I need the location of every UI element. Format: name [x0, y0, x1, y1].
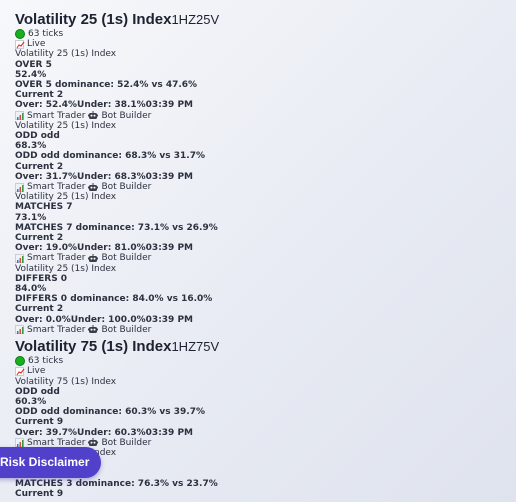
live-status: Live: [15, 39, 516, 49]
robot-face-icon: [88, 111, 99, 120]
card-signal-label: MATCHES 7: [15, 202, 73, 213]
card-stats: Over: 52.4%Under: 38.1%03:39 PM: [15, 100, 194, 111]
card-dominance: DIFFERS 0 dominance: 84.0% vs 16.0%: [15, 294, 213, 305]
card-market: Volatility 75 (1s) Index: [15, 376, 117, 387]
bar-chart-icon: [15, 438, 24, 448]
tick-count: 63 ticks: [15, 29, 516, 40]
card-stats: Over: 19.0%Under: 81.0%03:39 PM: [15, 243, 194, 254]
smart-trader-link[interactable]: Smart Trader: [27, 325, 85, 335]
card-percent: 52.4%: [15, 69, 47, 80]
card-actions: Smart Trader Bot Builder: [15, 325, 516, 335]
market-code: 1HZ75V: [171, 339, 220, 355]
robot-face-icon: [88, 254, 99, 263]
card-market: Volatility 25 (1s) Index: [15, 120, 117, 131]
market-title: Volatility 75 (1s) Index1HZ75V: [15, 337, 516, 356]
card-dominance: MATCHES 7 dominance: 73.1% vs 26.9%: [15, 222, 218, 233]
chart-increasing-icon: [15, 39, 25, 49]
card-stats: Over: 39.7%Under: 60.3%03:39 PM: [15, 427, 194, 438]
bar-chart-icon: [15, 182, 24, 192]
card-market: Volatility 25 (1s) Index: [15, 49, 117, 60]
smart-trader-link[interactable]: Smart Trader: [27, 182, 85, 192]
card-current: Current 9: [15, 417, 64, 428]
green-dot-icon: [15, 356, 25, 367]
card-market: Volatility 25 (1s) Index: [15, 192, 117, 203]
market-section: Volatility 25 (1s) Index1HZ25V 63 ticks …: [15, 10, 516, 335]
tick-count-text: 63 ticks: [28, 356, 64, 367]
market-title-text: Volatility 25 (1s) Index: [15, 11, 172, 28]
bot-builder-link[interactable]: Bot Builder: [101, 111, 151, 121]
card-percent: 68.3%: [15, 141, 47, 152]
green-dot-icon: [15, 29, 25, 40]
bot-builder-link[interactable]: Bot Builder: [101, 253, 151, 263]
card-signal-label: ODD odd: [15, 386, 60, 397]
bot-builder-link[interactable]: Bot Builder: [101, 325, 151, 335]
bot-builder-link[interactable]: Bot Builder: [101, 182, 151, 192]
smart-trader-link[interactable]: Smart Trader: [27, 253, 85, 263]
chart-increasing-icon: [15, 366, 25, 376]
signal-card: Volatility 75 (1s) Index ODD odd 60.3% O…: [15, 377, 516, 448]
card-current: Current 2: [15, 90, 64, 101]
card-dominance: ODD odd dominance: 68.3% vs 31.7%: [15, 151, 206, 162]
robot-face-icon: [88, 325, 99, 334]
card-actions: Smart Trader Bot Builder: [15, 438, 516, 448]
card-stats: Over: 0.0%Under: 100.0%03:39 PM: [15, 314, 194, 325]
live-label: Live: [27, 366, 46, 377]
card-current: Current 2: [15, 304, 64, 315]
live-label: Live: [27, 39, 46, 50]
card-current: Current 2: [15, 233, 64, 244]
market-title: Volatility 25 (1s) Index1HZ25V: [15, 10, 516, 29]
card-percent: 73.1%: [15, 212, 47, 223]
risk-disclaimer-button[interactable]: Risk Disclaimer: [0, 447, 102, 478]
tick-count-text: 63 ticks: [28, 29, 64, 39]
card-dominance: OVER 5 dominance: 52.4% vs 47.6%: [15, 80, 198, 91]
signal-card: Volatility 25 (1s) Index ODD odd 68.3% O…: [15, 121, 516, 192]
card-current: Current 2: [15, 161, 64, 172]
card-stats: Over: 31.7%Under: 68.3%03:39 PM: [15, 171, 194, 182]
card-market: Volatility 25 (1s) Index: [15, 263, 117, 274]
live-status: Live: [15, 366, 516, 376]
robot-face-icon: [88, 182, 99, 192]
card-actions: Smart Trader Bot Builder: [15, 253, 516, 263]
card-dominance: ODD odd dominance: 60.3% vs 39.7%: [15, 407, 206, 418]
market-title-text: Volatility 75 (1s) Index: [15, 338, 172, 356]
page-content: Volatility 25 (1s) Index1HZ25V 63 ticks …: [15, 10, 516, 501]
smart-trader-link[interactable]: Smart Trader: [27, 111, 85, 121]
card-signal-label: DIFFERS 0: [15, 273, 68, 284]
card-actions: Smart Trader Bot Builder: [15, 111, 516, 121]
signal-card: Volatility 25 (1s) Index DIFFERS 0 84.0%…: [15, 264, 516, 335]
bar-chart-icon: [15, 111, 24, 121]
bar-chart-icon: [15, 325, 24, 335]
signal-card: Volatility 25 (1s) Index OVER 5 52.4% OV…: [15, 49, 516, 121]
card-current: Current 9: [15, 488, 64, 499]
card-dominance: MATCHES 3 dominance: 76.3% vs 23.7%: [15, 478, 218, 489]
card-signal-label: ODD odd: [15, 131, 60, 142]
card-actions: Smart Trader Bot Builder: [15, 182, 516, 192]
tick-count: 63 ticks: [15, 356, 516, 367]
bot-builder-link[interactable]: Bot Builder: [101, 438, 151, 448]
market-code: 1HZ25V: [171, 12, 220, 27]
robot-face-icon: [88, 438, 99, 447]
card-percent: 60.3%: [15, 396, 47, 407]
card-signal-label: OVER 5: [15, 59, 52, 70]
card-percent: 84.0%: [15, 284, 47, 295]
signal-card: Volatility 25 (1s) Index MATCHES 7 73.1%…: [15, 192, 516, 263]
bar-chart-icon: [15, 254, 24, 264]
